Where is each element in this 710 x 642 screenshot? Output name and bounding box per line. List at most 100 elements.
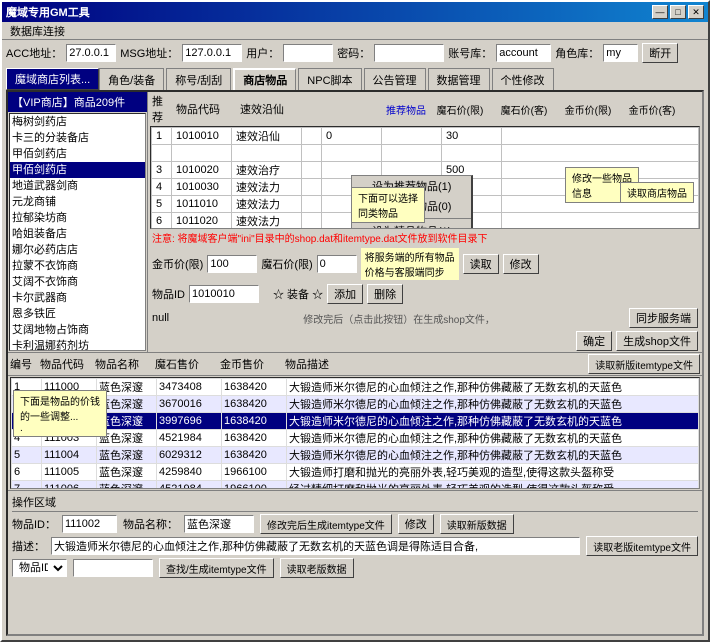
note-ini: 注意: 将魔域客户端"ini"目录中的shop.dat和itemtype.dat…	[148, 229, 702, 246]
op-read-new-button[interactable]: 读取新版数据	[440, 514, 514, 534]
shop-list-title: 【VIP商店】商品209件	[8, 92, 147, 112]
list-item[interactable]: 卡尔武器商	[10, 290, 145, 306]
password-label: 密码：	[337, 45, 370, 61]
col-name: 速效沿仙	[240, 101, 310, 117]
menu-database[interactable]: 数据库连接	[6, 22, 69, 40]
col-num: 编号	[10, 356, 40, 372]
col-magic-price: 魔石售价	[155, 356, 220, 372]
op-search-generate-button[interactable]: 查找/生成itemtype文件	[159, 558, 274, 578]
db-input[interactable]	[496, 44, 551, 62]
list-item[interactable]: 梅树剑药店	[10, 114, 145, 130]
list-item[interactable]: 卡三的分装备店	[10, 130, 145, 146]
list-item[interactable]: 拉郁染坊商	[10, 210, 145, 226]
table-row[interactable]: 7 111006 蓝色深邃 4521984 1966100 经过精细打磨和抛光的…	[12, 481, 699, 490]
gold-price-limit-label: 金币价(限)	[152, 256, 203, 272]
maximize-button[interactable]: □	[670, 5, 686, 19]
tooltip-read-shop: 读取商店物品	[620, 182, 694, 203]
col-desc: 物品描述	[285, 356, 584, 372]
col-recommend-label: 推荐物品	[314, 102, 426, 117]
op-item-name-input[interactable]	[184, 515, 254, 533]
modify-button[interactable]: 修改	[503, 254, 539, 274]
op-item-id-dropdown[interactable]: 物品ID	[12, 559, 67, 577]
password-input[interactable]	[374, 44, 444, 62]
list-item[interactable]: 卡利温娜药剂坊	[10, 338, 145, 351]
connect-button[interactable]: 断开	[642, 43, 678, 63]
menu-bar: 数据库连接	[2, 22, 708, 40]
list-item[interactable]: 甲佰剑药店	[10, 146, 145, 162]
table-row[interactable]: 2 111001 蓝色深邃 3670016 1638420 大锻造师米尔德尼的心…	[12, 396, 699, 413]
op-desc-input[interactable]	[51, 537, 580, 555]
items-table-header-row: 编号 物品代码 物品名称 魔石售价 金币售价 物品描述 读取新版itemtype…	[8, 353, 702, 376]
list-item[interactable]: 元龙商铺	[10, 194, 145, 210]
op-read-old-itemtype-button[interactable]: 读取老版itemtype文件	[586, 536, 698, 556]
msg-input[interactable]	[182, 44, 242, 62]
tab-personal-modify[interactable]: 个性修改	[492, 68, 554, 90]
table-row[interactable]: 6 111005 蓝色深邃 4259840 1966100 大锻造师打磨和抛光的…	[12, 464, 699, 481]
list-item[interactable]: 艾阔不衣饰商	[10, 274, 145, 290]
item-id-row: 物品ID ☆ 装备 ☆ 添加 删除	[148, 282, 702, 306]
generate-shop-button[interactable]: 生成shop文件	[616, 331, 698, 351]
minimize-button[interactable]: —	[652, 5, 668, 19]
table-row[interactable]: 3 111002 蓝色深邃 3997696 1638420 大锻造师米尔德尼的心…	[12, 413, 699, 430]
op-modify-button[interactable]: 修改	[398, 514, 434, 534]
table-row[interactable]: 4 111003 蓝色深邃 4521984 1638420 大锻造师米尔德尼的心…	[12, 430, 699, 447]
col-magic-client: 魔石价(客)	[494, 102, 554, 117]
generate-row: 确定 生成shop文件	[148, 330, 702, 352]
tab-shop-items[interactable]: 商店物品	[233, 68, 296, 90]
list-item[interactable]: 地道武器剑商	[10, 178, 145, 194]
tab-role-equipment[interactable]: 角色/装备	[99, 68, 164, 90]
main-content: 【VIP商店】商品209件 梅树剑药店 卡三的分装备店 甲佰剑药店 甲佰剑药店 …	[6, 90, 704, 636]
user-input[interactable]	[283, 44, 333, 62]
tabs-row: 魔域商店列表... 角色/装备 称号/刮刮 商店物品 NPC脚本 公告管理 数据…	[2, 66, 708, 90]
list-item[interactable]: 哈姐装备店	[10, 226, 145, 242]
confirm-button[interactable]: 确定	[576, 331, 612, 351]
magic-price-limit-label: 魔石价(限)	[261, 256, 312, 272]
items-table: 1 111000 蓝色深邃 3473408 1638420 大锻造师米尔德尼的心…	[11, 378, 699, 489]
acc-input[interactable]	[66, 44, 116, 62]
item-id-input[interactable]	[189, 285, 259, 303]
table-row[interactable]: 5 111004 蓝色深邃 6029312 1638420 大锻造师米尔德尼的心…	[12, 447, 699, 464]
magic-price-limit-input[interactable]	[317, 255, 357, 273]
list-item[interactable]: 恩多铁匠	[10, 306, 145, 322]
null-text: null	[152, 312, 169, 324]
col-gold-limit: 金币价(限)	[558, 102, 618, 117]
msg-label: MSG地址：	[120, 45, 178, 61]
role-input[interactable]	[603, 44, 638, 62]
op-row-3: 物品ID 查找/生成itemtype文件 读取老版数据	[12, 558, 698, 578]
sync-server-button[interactable]: 同步服务端	[629, 308, 698, 328]
delete-button[interactable]: 删除	[367, 284, 403, 304]
window-title: 魔域专用GM工具	[6, 4, 90, 20]
products-table-container[interactable]: 11010010速效沿仙 030 21010010速效沿仙症 100 31010…	[150, 126, 700, 229]
read-button[interactable]: 读取	[463, 254, 499, 274]
op-row-1: 物品ID： 物品名称： 修改完后生成itemtype文件 修改 读取新版数据	[12, 514, 698, 534]
items-section: 编号 物品代码 物品名称 魔石售价 金币售价 物品描述 读取新版itemtype…	[8, 352, 702, 490]
close-button[interactable]: ✕	[688, 5, 704, 19]
shop-dropdown-button[interactable]: 魔域商店列表...	[6, 68, 99, 90]
op-item-id-input[interactable]	[62, 515, 117, 533]
op-generate-itemtype-button[interactable]: 修改完后生成itemtype文件	[260, 514, 392, 534]
op-read-old-data-button[interactable]: 读取老版数据	[280, 558, 354, 578]
items-table-container[interactable]: 1 111000 蓝色深邃 3473408 1638420 大锻造师米尔德尼的心…	[10, 377, 700, 489]
op-item-name-label: 物品名称：	[123, 516, 178, 532]
tooltip-sync: 将服务端的所有物品价格与客服端同步	[361, 248, 459, 280]
table-row[interactable]: 11010010速效沿仙 030	[152, 128, 699, 145]
add-button[interactable]: 添加	[327, 284, 363, 304]
decoration-label: ☆ 装备 ☆	[273, 286, 323, 302]
list-item[interactable]: 甲佰剑药店	[10, 162, 145, 178]
toolbar: ACC地址： MSG地址： 用户： 密码： 账号库： 角色库： 断开	[2, 40, 708, 66]
table-row[interactable]: 1 111000 蓝色深邃 3473408 1638420 大锻造师米尔德尼的心…	[12, 379, 699, 396]
shop-listbox[interactable]: 梅树剑药店 卡三的分装备店 甲佰剑药店 甲佰剑药店 地道武器剑商 元龙商铺 拉郁…	[9, 113, 146, 351]
tab-title-scratch[interactable]: 称号/刮刮	[166, 68, 231, 90]
tab-npc-script[interactable]: NPC脚本	[298, 68, 361, 90]
table-row[interactable]: 21010010速效沿仙症 100	[152, 145, 699, 162]
list-item[interactable]: 艾阔地物占饰商	[10, 322, 145, 338]
tab-data-management[interactable]: 数据管理	[428, 68, 490, 90]
db-label: 账号库：	[448, 45, 492, 61]
list-item[interactable]: 娜尔必药店店	[10, 242, 145, 258]
gold-price-limit-input[interactable]	[207, 255, 257, 273]
read-itemtype-button[interactable]: 读取新版itemtype文件	[588, 354, 700, 374]
op-search-input[interactable]	[73, 559, 153, 577]
tab-announcement[interactable]: 公告管理	[364, 68, 426, 90]
generate-note: 修改完后（点击此按钮）在生成shop文件，	[173, 311, 625, 326]
list-item[interactable]: 拉蒙不衣饰商	[10, 258, 145, 274]
